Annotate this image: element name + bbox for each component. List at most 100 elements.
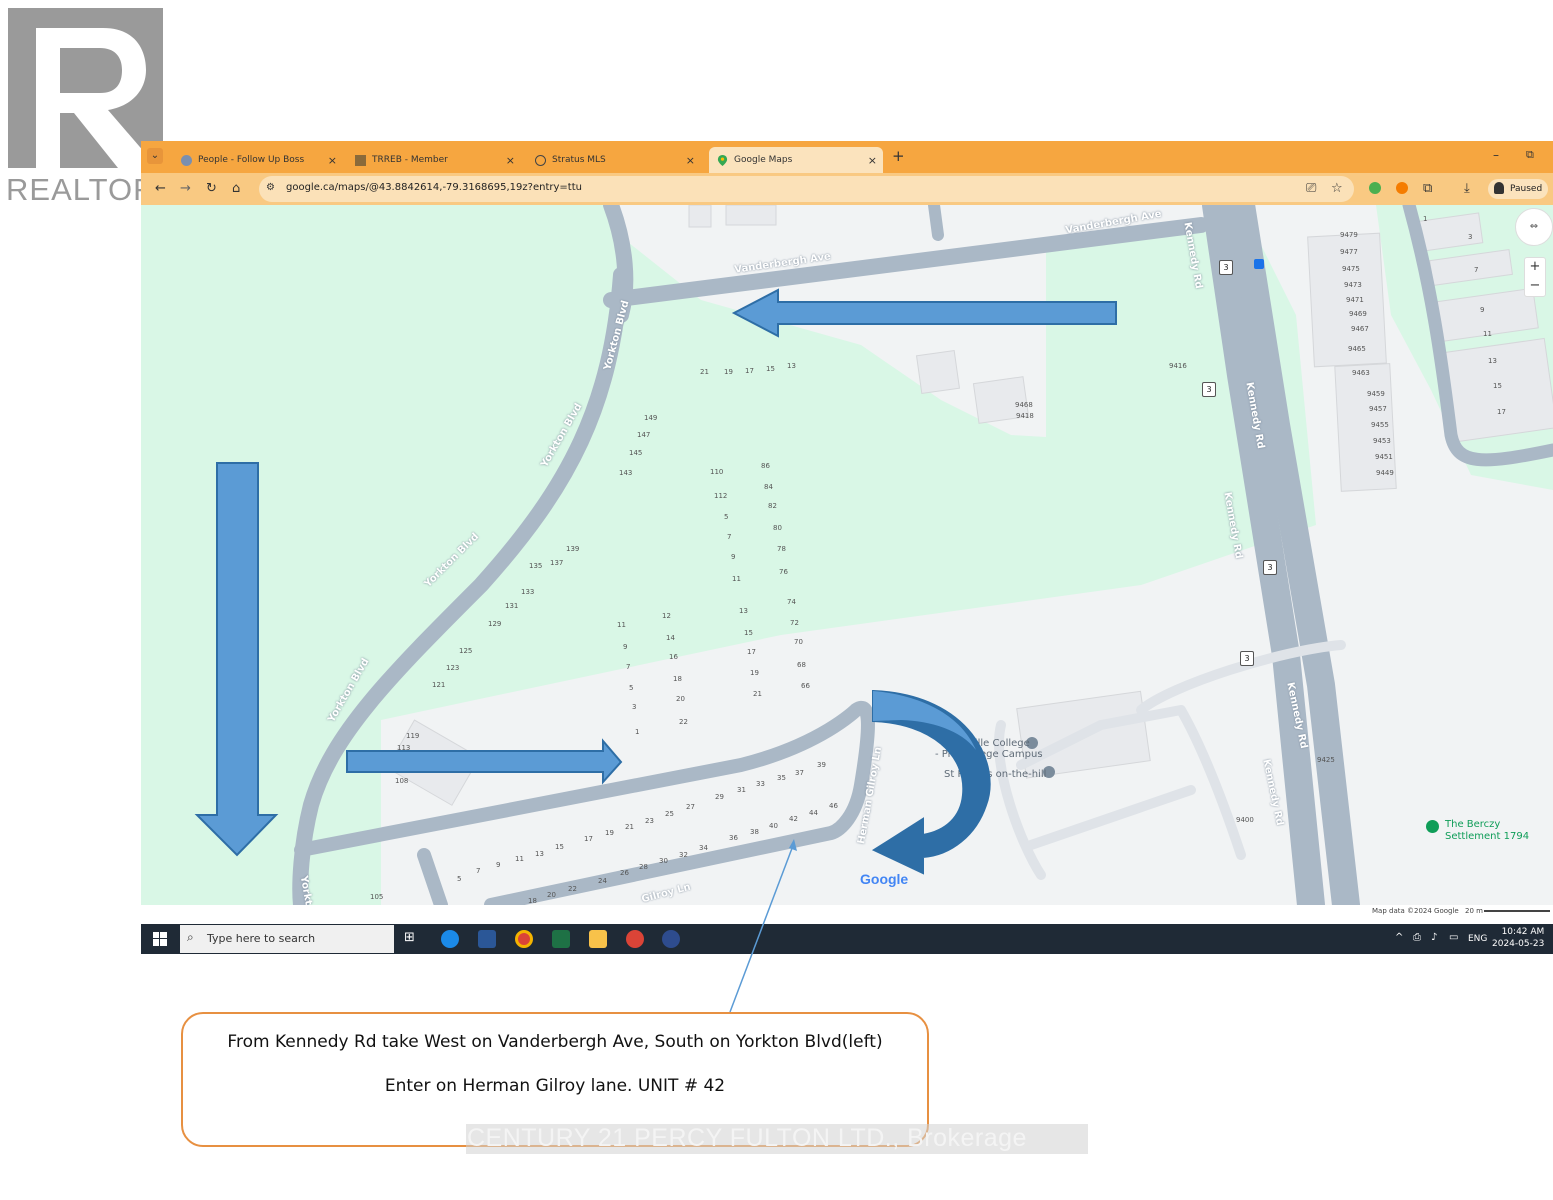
tab-trreb-member[interactable]: TRREB - Member ×: [347, 147, 521, 173]
house-number: 9451: [1375, 453, 1393, 461]
house-number: 9457: [1369, 405, 1387, 413]
house-number: 11: [732, 575, 741, 583]
realtor-logo: [8, 8, 163, 168]
poi-label-college: Unionville College: [940, 738, 1030, 749]
tray-volume-icon[interactable]: ♪: [1431, 932, 1437, 943]
restore-button[interactable]: ⧉: [1526, 148, 1534, 162]
forward-button[interactable]: →: [180, 181, 191, 196]
map-pin-icon: [717, 154, 728, 166]
transit-stop-icon[interactable]: [1254, 259, 1264, 269]
brokerage-watermark: CENTURY 21 PERCY FULTON LTD., Brokerage: [467, 1124, 1027, 1152]
tab-close-button[interactable]: ×: [868, 154, 877, 167]
house-number: 38: [750, 828, 759, 836]
map-scale-bar: [1484, 910, 1550, 912]
house-number: 131: [505, 602, 519, 610]
house-number: 110: [710, 468, 724, 476]
chrome-profile-icon[interactable]: [626, 930, 644, 948]
tab-close-button[interactable]: ×: [686, 154, 695, 167]
install-app-icon[interactable]: ⎚: [1306, 181, 1316, 196]
chrome-icon[interactable]: [515, 930, 533, 948]
house-number: 108: [395, 777, 409, 785]
extensions-puzzle-icon[interactable]: ⧉: [1423, 181, 1432, 196]
tab-label: TRREB - Member: [372, 155, 448, 165]
tray-chevron-icon[interactable]: ^: [1395, 932, 1403, 943]
poi-label-berczy: Settlement 1794: [1445, 831, 1530, 842]
site-settings-icon[interactable]: ⚙: [266, 182, 275, 193]
tab-search-button[interactable]: ⌄: [147, 148, 163, 164]
people-icon: [181, 154, 192, 166]
house-number: 7: [727, 533, 732, 541]
house-number: 9449: [1376, 469, 1394, 477]
house-number: 80: [773, 524, 782, 532]
house-number: 31: [737, 786, 746, 794]
tab-close-button[interactable]: ×: [328, 154, 337, 167]
house-number: 9467: [1351, 325, 1369, 333]
house-number: 17: [1497, 408, 1506, 416]
edge-icon[interactable]: [441, 930, 459, 948]
home-button[interactable]: ⌂: [232, 181, 240, 196]
zoom-out-button[interactable]: −: [1525, 278, 1545, 293]
house-number: 32: [679, 851, 688, 859]
windows-start-icon[interactable]: [153, 932, 167, 946]
map-canvas[interactable]: Vanderbergh Ave Vanderbergh Ave Yorkton …: [141, 205, 1553, 905]
house-number: 105: [370, 893, 384, 901]
house-number: 149: [644, 414, 658, 422]
language-indicator[interactable]: ENG: [1468, 934, 1487, 944]
house-number: 20: [547, 891, 556, 899]
file-explorer-icon[interactable]: [589, 930, 607, 948]
house-number: 139: [566, 545, 580, 553]
minimize-button[interactable]: –: [1493, 148, 1499, 162]
zoom-in-button[interactable]: +: [1525, 259, 1545, 274]
route-3-shield: 3: [1202, 382, 1216, 397]
house-number: 112: [714, 492, 728, 500]
tray-battery-icon[interactable]: ▭: [1449, 932, 1458, 943]
house-number: 147: [637, 431, 651, 439]
directions-line-2: Enter on Herman Gilroy lane. UNIT # 42: [384, 1076, 726, 1096]
house-number: 1: [1423, 215, 1428, 223]
house-number: 15: [555, 843, 564, 851]
profile-button[interactable]: Paused: [1488, 179, 1548, 199]
map-base: [141, 205, 1553, 905]
house-number: 9425: [1317, 756, 1335, 764]
house-number: 19: [724, 368, 733, 376]
house-number: 9477: [1340, 248, 1358, 256]
extension-orange-icon[interactable]: [1396, 182, 1408, 194]
directions-line-1: From Kennedy Rd take West on Vanderbergh…: [227, 1032, 883, 1052]
attraction-pin-icon[interactable]: [1426, 820, 1439, 833]
new-tab-button[interactable]: +: [892, 147, 905, 165]
map-attribution: Map data ©2024 Google: [1372, 907, 1459, 915]
house-number: 76: [779, 568, 788, 576]
bookmark-star-icon[interactable]: ☆: [1331, 181, 1343, 196]
house-number: 7: [1474, 266, 1479, 274]
house-number: 29: [715, 793, 724, 801]
house-number: 35: [777, 774, 786, 782]
back-button[interactable]: ←: [155, 181, 166, 196]
house-number: 125: [459, 647, 473, 655]
house-number: 9473: [1344, 281, 1362, 289]
house-number: 82: [768, 502, 777, 510]
house-number: 9468: [1015, 401, 1033, 409]
excel-icon[interactable]: [552, 930, 570, 948]
tab-label: People - Follow Up Boss: [198, 155, 305, 165]
task-view-icon[interactable]: ⊞: [404, 930, 422, 948]
map-rotate-control[interactable]: ⇔: [1515, 208, 1553, 246]
house-number: 22: [679, 718, 688, 726]
house-number: 21: [753, 690, 762, 698]
taskbar-clock[interactable]: 10:42 AM 2024-05-23: [1492, 926, 1544, 950]
extension-green-icon[interactable]: [1369, 182, 1381, 194]
word-icon[interactable]: [478, 930, 496, 948]
tab-follow-up-boss[interactable]: People - Follow Up Boss ×: [173, 147, 343, 173]
tray-network-icon[interactable]: ⎙: [1413, 932, 1421, 943]
tab-google-maps[interactable]: Google Maps ×: [709, 147, 883, 173]
app-icon[interactable]: [662, 930, 680, 948]
route-3-shield: 3: [1219, 260, 1233, 275]
tab-stratus-mls[interactable]: Stratus MLS ×: [527, 147, 701, 173]
house-number: 9418: [1016, 412, 1034, 420]
house-number: 70: [794, 638, 803, 646]
download-icon[interactable]: ⤓: [1464, 181, 1470, 196]
house-number: 13: [787, 362, 796, 370]
tab-close-button[interactable]: ×: [506, 154, 515, 167]
house-number: 5: [457, 875, 462, 883]
reload-button[interactable]: ↻: [206, 181, 217, 196]
house-number: 40: [769, 822, 778, 830]
